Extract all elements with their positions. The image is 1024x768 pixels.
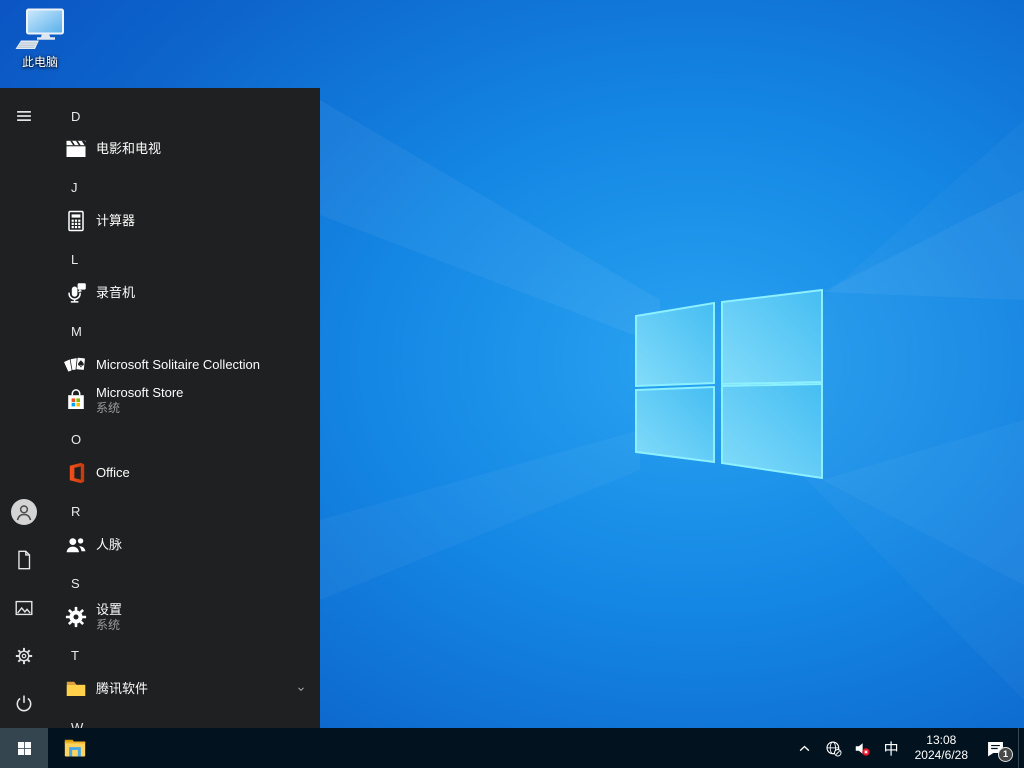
section-header-S[interactable]: S bbox=[48, 566, 320, 600]
section-header-M[interactable]: M bbox=[48, 314, 320, 348]
chevron-up-icon bbox=[795, 739, 814, 758]
app-text: 人脉 bbox=[96, 537, 122, 553]
section-header-J[interactable]: J bbox=[48, 170, 320, 204]
windows-logo bbox=[635, 288, 823, 480]
app-sublabel: 系统 bbox=[96, 618, 121, 632]
app-label: 人脉 bbox=[96, 537, 123, 552]
rail-pictures-button[interactable] bbox=[0, 584, 48, 632]
section-letter: S bbox=[71, 575, 80, 591]
app-item-voice-recorder[interactable]: 录音机 bbox=[48, 276, 320, 310]
voice-recorder-icon bbox=[64, 281, 88, 305]
desktop-icon-this-pc[interactable]: 此电脑 bbox=[8, 8, 72, 69]
calculator-icon bbox=[64, 209, 88, 233]
clock-date: 2024/6/28 bbox=[914, 748, 968, 762]
section-header-L[interactable]: L bbox=[48, 242, 320, 276]
start-menu-app-list: D 电影和电视 J 计算器 L 录音机 M Microsoft Solitaire Colle… bbox=[48, 88, 320, 728]
settings-gear-icon bbox=[64, 605, 88, 629]
notification-badge: 1 bbox=[998, 747, 1013, 762]
app-item-calculator[interactable]: 计算器 bbox=[48, 204, 320, 238]
app-label: 电影和电视 bbox=[96, 141, 162, 156]
app-text: 电影和电视 bbox=[96, 141, 161, 157]
section-header-T[interactable]: T bbox=[48, 638, 320, 672]
globe-no-internet-icon bbox=[824, 739, 843, 758]
app-label: Microsoft Solitaire Collection bbox=[96, 357, 261, 372]
rail-documents-button[interactable] bbox=[0, 536, 48, 584]
file-explorer-icon bbox=[62, 735, 88, 761]
start-menu-rail bbox=[0, 88, 48, 728]
section-letter: D bbox=[71, 108, 81, 124]
app-label: 设置 bbox=[96, 602, 123, 617]
action-center-button[interactable]: 1 bbox=[977, 728, 1018, 768]
section-letter: M bbox=[71, 323, 82, 339]
section-letter: O bbox=[71, 431, 82, 447]
file-explorer-button[interactable] bbox=[51, 728, 99, 768]
system-tray: 中 13:08 2024/6/28 1 bbox=[790, 728, 1024, 768]
hamburger-icon bbox=[13, 105, 35, 127]
app-text: 腾讯软件 bbox=[96, 681, 148, 697]
network-status-button[interactable] bbox=[819, 728, 848, 768]
app-label: 腾讯软件 bbox=[96, 681, 149, 696]
section-letter: L bbox=[71, 251, 79, 267]
solitaire-icon bbox=[64, 353, 88, 377]
app-item-office[interactable]: Office bbox=[48, 456, 320, 490]
section-header-W[interactable]: W bbox=[48, 710, 320, 729]
user-avatar-icon bbox=[11, 499, 37, 525]
taskbar: 中 13:08 2024/6/28 1 bbox=[0, 728, 1024, 768]
microsoft-store-icon bbox=[64, 388, 88, 412]
app-item-microsoft-store[interactable]: Microsoft Store 系统 bbox=[48, 380, 320, 420]
show-hidden-icons-button[interactable] bbox=[790, 728, 819, 768]
app-text: Office bbox=[96, 465, 130, 481]
pictures-icon bbox=[13, 597, 35, 619]
app-label: 录音机 bbox=[96, 285, 136, 300]
people-icon bbox=[64, 533, 88, 557]
app-text: Microsoft Store 系统 bbox=[96, 385, 183, 415]
section-header-O[interactable]: O bbox=[48, 422, 320, 456]
power-icon bbox=[13, 693, 35, 715]
app-label: Microsoft Store bbox=[96, 385, 184, 400]
volume-muted-icon bbox=[853, 739, 872, 758]
app-item-people[interactable]: 人脉 bbox=[48, 528, 320, 562]
this-pc-icon bbox=[14, 8, 66, 54]
start-button[interactable] bbox=[0, 728, 48, 768]
show-desktop-button[interactable] bbox=[1018, 728, 1024, 768]
section-letter: T bbox=[71, 647, 79, 663]
app-label: 计算器 bbox=[96, 213, 136, 228]
office-icon bbox=[64, 461, 88, 485]
section-header-R[interactable]: R bbox=[48, 494, 320, 528]
volume-button[interactable] bbox=[848, 728, 877, 768]
app-text: 计算器 bbox=[96, 213, 135, 229]
windows-start-icon bbox=[15, 739, 34, 758]
app-text: Microsoft Solitaire Collection bbox=[96, 357, 260, 373]
app-text: 录音机 bbox=[96, 285, 135, 301]
rail-user-account-button[interactable] bbox=[0, 488, 48, 536]
clock-time: 13:08 bbox=[926, 733, 957, 747]
rail-settings-button[interactable] bbox=[0, 632, 48, 680]
section-letter: W bbox=[71, 719, 84, 729]
section-letter: R bbox=[71, 503, 81, 519]
app-label: Office bbox=[96, 465, 130, 480]
clock[interactable]: 13:08 2024/6/28 bbox=[906, 733, 977, 763]
folder-icon bbox=[64, 677, 88, 701]
movies-tv-icon bbox=[64, 137, 88, 161]
document-icon bbox=[13, 549, 35, 571]
app-sublabel: 系统 bbox=[96, 401, 121, 415]
app-text: 设置 系统 bbox=[96, 602, 122, 632]
section-letter: J bbox=[71, 179, 78, 195]
gear-outline-icon bbox=[13, 645, 35, 667]
section-header-D[interactable]: D bbox=[48, 99, 320, 133]
app-item-settings-gear[interactable]: 设置 系统 bbox=[48, 597, 320, 637]
rail-hamburger-menu-button[interactable] bbox=[0, 92, 48, 140]
app-item-solitaire[interactable]: Microsoft Solitaire Collection bbox=[48, 348, 320, 382]
app-item-folder[interactable]: 腾讯软件 bbox=[48, 672, 320, 706]
app-item-movies-tv[interactable]: 电影和电视 bbox=[48, 132, 320, 166]
this-pc-label: 此电脑 bbox=[21, 55, 58, 69]
ime-indicator[interactable]: 中 bbox=[877, 728, 906, 768]
rail-power-button[interactable] bbox=[0, 680, 48, 728]
chevron-down-icon bbox=[293, 681, 309, 697]
start-menu: D 电影和电视 J 计算器 L 录音机 M Microsoft Solitaire Colle… bbox=[0, 88, 320, 728]
